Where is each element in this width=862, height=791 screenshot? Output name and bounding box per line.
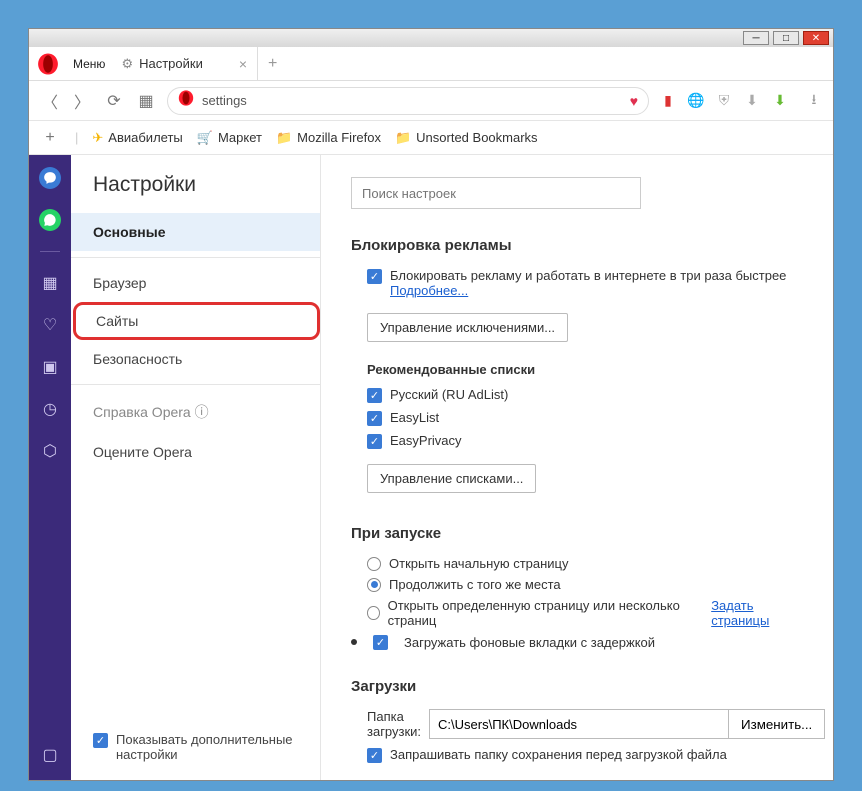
settings-search-input[interactable]	[351, 177, 641, 209]
startup-heading: При запуске	[351, 525, 803, 542]
adblock-label: Блокировать рекламу и работать в интерне…	[390, 268, 786, 283]
set-pages-link[interactable]: Задать страницы	[711, 598, 803, 628]
tab-title: Настройки	[139, 56, 203, 71]
address-field-wrap: ♥	[167, 87, 649, 115]
messenger-icon[interactable]	[39, 167, 61, 189]
startup-continue-label: Продолжить с того же места	[389, 577, 561, 592]
startup-continue-radio[interactable]	[367, 578, 381, 592]
speed-dial-nav-icon[interactable]: ▦	[39, 272, 61, 294]
extension-android-icon[interactable]: ⬇	[771, 92, 789, 110]
menu-button[interactable]: Меню	[67, 55, 111, 73]
advanced-bullet-icon	[351, 639, 357, 645]
ask-folder-label: Запрашивать папку сохранения перед загру…	[390, 747, 727, 762]
tab-settings[interactable]: ⚙ Настройки ×	[111, 47, 258, 80]
maximize-button[interactable]: □	[773, 31, 799, 45]
list-easy-label: EasyList	[390, 410, 439, 425]
extension-shield-icon[interactable]: ⛨	[715, 92, 733, 110]
settings-title: Настройки	[71, 173, 320, 213]
window-titlebar: ─ □ ✕	[29, 29, 833, 47]
nav-item-browser[interactable]: Браузер	[71, 264, 320, 302]
reload-button[interactable]: ⟳	[103, 91, 125, 111]
startup-specific-radio[interactable]	[367, 606, 380, 620]
extension-down-icon[interactable]: ⬇	[743, 92, 761, 110]
back-button[interactable]: 〈	[39, 89, 61, 113]
opera-badge-icon	[178, 90, 194, 111]
bookmark-avia[interactable]: ✈Авиабилеты	[92, 130, 182, 146]
forward-button[interactable]: 〉	[71, 89, 93, 113]
startup-home-radio[interactable]	[367, 557, 381, 571]
bookmark-heart-icon[interactable]: ♥	[630, 93, 638, 109]
startup-home-label: Открыть начальную страницу	[389, 556, 569, 571]
minimize-button[interactable]: ─	[743, 31, 769, 45]
ask-folder-checkbox[interactable]: ✓	[367, 748, 382, 763]
tab-bar: Меню ⚙ Настройки × +	[29, 47, 833, 81]
adblock-checkbox[interactable]: ✓	[367, 269, 382, 284]
address-input[interactable]	[202, 93, 622, 108]
nav-item-rate[interactable]: Оцените Opera	[71, 433, 320, 471]
download-folder-input[interactable]	[429, 709, 729, 739]
nav-item-security[interactable]: Безопасность	[71, 340, 320, 378]
add-bookmark-button[interactable]: +	[39, 129, 61, 147]
lazy-load-label: Загружать фоновые вкладки с задержкой	[404, 635, 655, 650]
show-advanced-toggle[interactable]: ✓ Показывать дополнительные настройки	[71, 714, 320, 780]
bookmark-mozilla[interactable]: 📁Mozilla Firefox	[276, 130, 381, 146]
list-privacy-label: EasyPrivacy	[390, 433, 462, 448]
extension-icon-1[interactable]: ▮	[659, 92, 677, 110]
speed-dial-icon[interactable]: ▦	[135, 91, 157, 111]
sidebar-settings-icon[interactable]: ▢	[39, 744, 61, 766]
manage-exceptions-button[interactable]: Управление исключениями...	[367, 313, 568, 342]
news-nav-icon[interactable]: ▣	[39, 356, 61, 378]
list-ru-label: Русский (RU AdList)	[390, 387, 508, 402]
bookmarks-nav-icon[interactable]: ♡	[39, 314, 61, 336]
downloads-heading: Загрузки	[351, 678, 803, 695]
nav-item-help[interactable]: Справка Opera ⓘ	[71, 391, 320, 433]
download-folder-label: Папка загрузки:	[367, 709, 421, 739]
gear-icon: ⚙	[121, 56, 133, 72]
extensions-nav-icon[interactable]: ⬡	[39, 440, 61, 462]
show-advanced-label: Показывать дополнительные настройки	[116, 732, 298, 762]
nav-item-sites[interactable]: Сайты	[73, 302, 320, 340]
list-ru-checkbox[interactable]: ✓	[367, 388, 382, 403]
lazy-load-checkbox[interactable]: ✓	[373, 635, 388, 650]
settings-nav-panel: Настройки Основные Браузер Сайты Безопас…	[71, 155, 321, 780]
nav-item-basic[interactable]: Основные	[71, 213, 320, 251]
manage-lists-button[interactable]: Управление списками...	[367, 464, 536, 493]
vertical-sidebar: ▦ ♡ ▣ ◷ ⬡ ▢	[29, 155, 71, 780]
adblock-heading: Блокировка рекламы	[351, 237, 803, 254]
bookmark-unsorted[interactable]: 📁Unsorted Bookmarks	[395, 130, 538, 146]
close-window-button[interactable]: ✕	[803, 31, 829, 45]
new-tab-button[interactable]: +	[258, 55, 287, 73]
bookmarks-bar: + | ✈Авиабилеты 🛒Маркет 📁Mozilla Firefox…	[29, 121, 833, 155]
list-privacy-checkbox[interactable]: ✓	[367, 434, 382, 449]
startup-specific-label: Открыть определенную страницу или нескол…	[388, 598, 692, 628]
downloads-icon[interactable]: ⭳	[805, 92, 823, 110]
extension-globe-icon[interactable]: 🌐	[687, 92, 705, 110]
checkbox-icon: ✓	[93, 733, 108, 748]
whatsapp-icon[interactable]	[39, 209, 61, 231]
history-nav-icon[interactable]: ◷	[39, 398, 61, 420]
opera-logo[interactable]	[33, 49, 63, 79]
settings-content: Блокировка рекламы ✓ Блокировать рекламу…	[321, 155, 833, 780]
address-bar: 〈 〉 ⟳ ▦ ♥ ▮ 🌐 ⛨ ⬇ ⬇ ⭳	[29, 81, 833, 121]
list-easy-checkbox[interactable]: ✓	[367, 411, 382, 426]
help-question-icon: ⓘ	[195, 404, 209, 420]
adblock-more-link[interactable]: Подробнее...	[390, 283, 468, 298]
bookmark-market[interactable]: 🛒Маркет	[197, 130, 262, 146]
close-tab-icon[interactable]: ×	[239, 56, 247, 72]
download-change-button[interactable]: Изменить...	[729, 709, 825, 739]
recommended-lists-heading: Рекомендованные списки	[367, 362, 803, 377]
